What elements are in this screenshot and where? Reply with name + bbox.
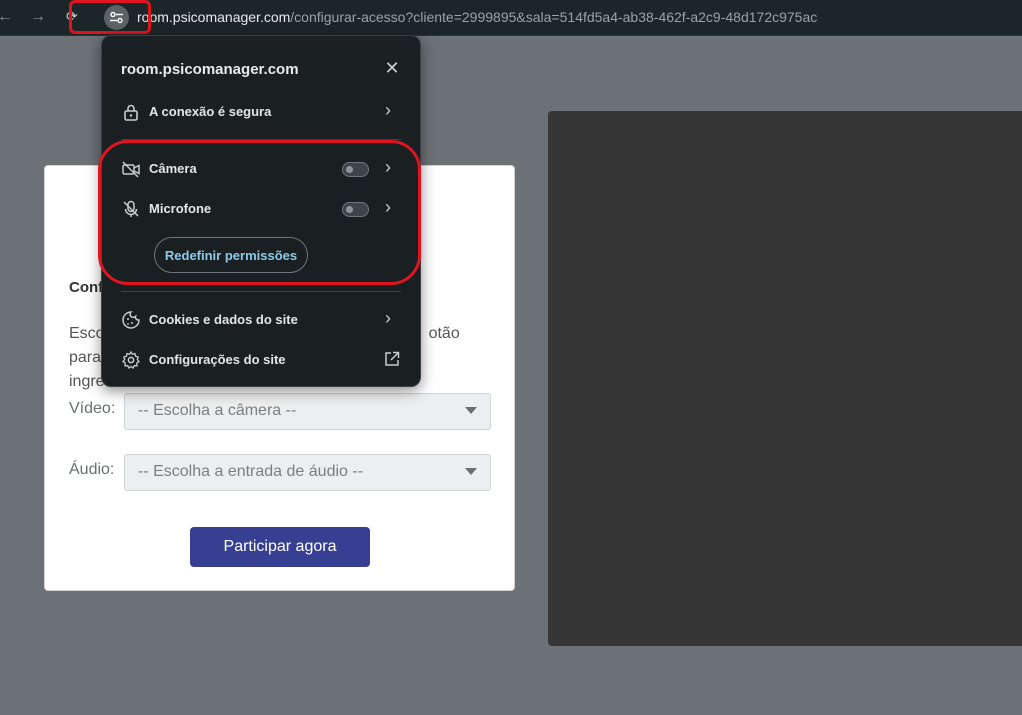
audio-label: Áudio: (69, 461, 115, 478)
chevron-right-icon: › (385, 308, 391, 328)
audio-select-value: -- Escolha a entrada de áudio -- (138, 463, 364, 480)
connection-label: A conexão é segura (149, 104, 272, 119)
back-arrow-icon[interactable]: ← (0, 9, 13, 25)
camera-select-value: -- Escolha a câmera -- (138, 402, 297, 419)
desc-line2-left: ingre (69, 373, 105, 390)
cookies-label: Cookies e dados do site (149, 312, 298, 327)
join-now-button[interactable]: Participar agora (190, 527, 370, 567)
cookies-row[interactable]: Cookies e dados do site › (102, 302, 420, 338)
gear-icon (122, 350, 140, 369)
close-icon[interactable]: ✕ (382, 58, 402, 78)
site-settings-row[interactable]: Configurações do site (102, 342, 420, 378)
highlight-oval (98, 140, 421, 285)
highlight-box (69, 0, 151, 34)
chevron-right-icon: › (385, 100, 391, 120)
audio-select[interactable]: -- Escolha a entrada de áudio -- (124, 454, 491, 491)
cookie-icon (122, 311, 140, 329)
url-path: /configurar-acesso?cliente=2999895&sala=… (290, 9, 818, 25)
video-label: Vídeo: (69, 400, 116, 417)
card-title: Conf (69, 279, 104, 296)
desc-line1-left: Esco (69, 325, 105, 342)
browser-toolbar: ← → ⟳ room.psicomanager.com/configurar-a… (0, 0, 1022, 36)
camera-select[interactable]: -- Escolha a câmera -- (124, 393, 491, 430)
url-host: room.psicomanager.com (137, 9, 291, 25)
caret-down-icon (465, 468, 477, 475)
connection-row[interactable]: A conexão é segura › (102, 94, 420, 130)
caret-down-icon (465, 407, 477, 414)
address-bar[interactable]: room.psicomanager.com/configurar-acesso?… (137, 9, 817, 25)
video-preview (548, 111, 1022, 646)
popup-host: room.psicomanager.com (121, 61, 299, 78)
forward-arrow-icon[interactable]: → (30, 9, 46, 25)
divider (121, 291, 401, 292)
site-settings-label: Configurações do site (149, 352, 286, 367)
lock-icon (124, 104, 138, 121)
open-external-icon (385, 351, 400, 366)
